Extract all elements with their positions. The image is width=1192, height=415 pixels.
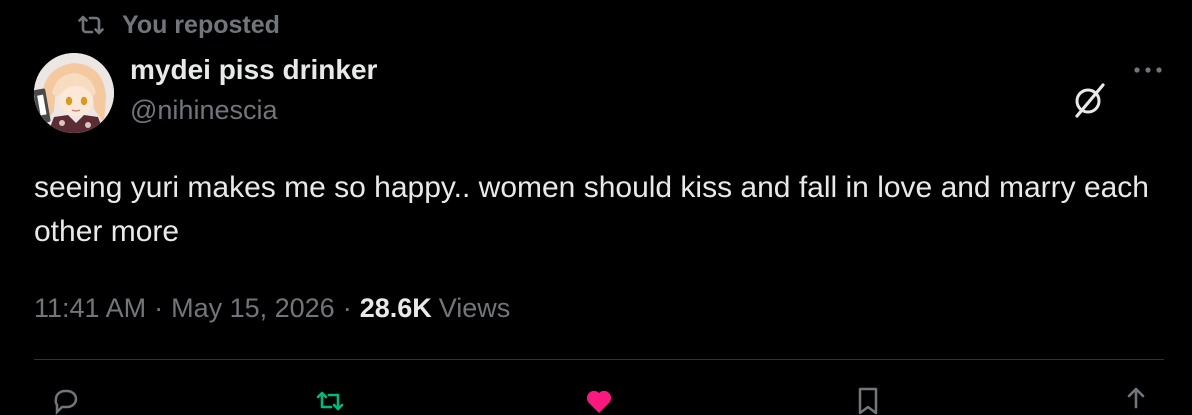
meta-separator: · <box>154 292 164 323</box>
meta-separator: · <box>342 292 352 323</box>
repost-icon[interactable] <box>315 385 345 415</box>
views-label: Views <box>438 292 511 323</box>
share-icon[interactable] <box>1121 385 1151 415</box>
more-icon[interactable] <box>1130 58 1166 82</box>
author-handle[interactable]: @nihinescia <box>130 95 278 126</box>
tweet-time[interactable]: 11:41 AM <box>34 293 146 324</box>
views-count: 28.6K <box>359 292 432 323</box>
divider <box>34 359 1164 360</box>
repost-label[interactable]: You reposted <box>122 11 280 40</box>
avatar-image <box>34 53 114 133</box>
avatar[interactable] <box>34 53 114 133</box>
tweet-meta: 11:41 AM · May 15, 2026 · 28.6K Views <box>34 290 510 326</box>
tweet-text: seeing yuri makes me so happy.. women sh… <box>34 171 1149 248</box>
reply-icon[interactable] <box>50 385 80 415</box>
repost-icon <box>78 13 104 37</box>
repost-header[interactable]: You reposted <box>78 10 280 40</box>
tweet-date[interactable]: May 15, 2026 <box>171 293 335 324</box>
grok-icon[interactable] <box>1070 80 1110 120</box>
author-display-name[interactable]: mydei piss drinker <box>130 54 377 86</box>
like-icon[interactable] <box>584 385 614 415</box>
bookmark-icon[interactable] <box>853 385 883 415</box>
